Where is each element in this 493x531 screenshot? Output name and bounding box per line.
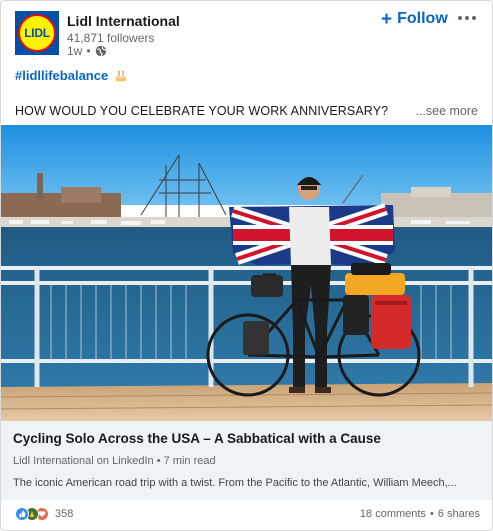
reaction-count: 358 — [55, 508, 74, 520]
see-more-link[interactable]: ...see more — [415, 104, 478, 118]
post-text: HOW WOULD YOU CELEBRATE YOUR WORK ANNIVE… — [15, 104, 389, 118]
hashtag-row: #lidllifebalance — [15, 68, 128, 83]
birthday-cake-icon — [115, 69, 127, 81]
shares-count[interactable]: 6 shares — [438, 508, 480, 520]
comments-count[interactable]: 18 comments — [360, 508, 426, 520]
social-counts: 358 18 comments • 6 shares — [1, 500, 492, 528]
follow-label: Follow — [397, 10, 448, 27]
meta-separator: • — [86, 44, 91, 58]
reaction-icons — [15, 507, 49, 521]
company-name[interactable]: Lidl International — [67, 13, 180, 29]
more-options-button[interactable] — [455, 9, 479, 27]
article-description: The iconic American road trip with a twi… — [13, 477, 457, 489]
like-icon — [15, 507, 29, 521]
article-preview[interactable]: Cycling Solo Across the USA – A Sabbatic… — [1, 421, 492, 500]
article-title[interactable]: Cycling Solo Across the USA – A Sabbatic… — [13, 431, 381, 446]
article-photo — [1, 125, 492, 421]
article-source: Lidl International on LinkedIn • 7 min r… — [13, 455, 216, 467]
post-time: 1w — [67, 44, 83, 58]
logo-text: LIDL — [24, 26, 50, 40]
reactions-summary[interactable]: 358 — [15, 507, 73, 521]
hashtag-link[interactable]: #lidllifebalance — [15, 68, 108, 83]
stats-separator: • — [429, 508, 434, 520]
company-logo[interactable]: LIDL — [15, 11, 59, 55]
post-meta: 1w • — [67, 44, 107, 58]
more-dot-icon — [465, 16, 469, 20]
more-dot-icon — [472, 16, 476, 20]
article-image[interactable] — [1, 125, 492, 421]
logo-circle: LIDL — [18, 14, 56, 52]
engagement-stats: 18 comments • 6 shares — [360, 508, 480, 520]
follower-count: 41,871 followers — [67, 31, 155, 45]
plus-icon: + — [381, 8, 393, 30]
feed-post-card: LIDL Lidl International 41,871 followers… — [0, 0, 493, 531]
globe-icon — [95, 45, 106, 57]
follow-button[interactable]: + Follow — [377, 7, 452, 31]
more-dot-icon — [458, 16, 462, 20]
